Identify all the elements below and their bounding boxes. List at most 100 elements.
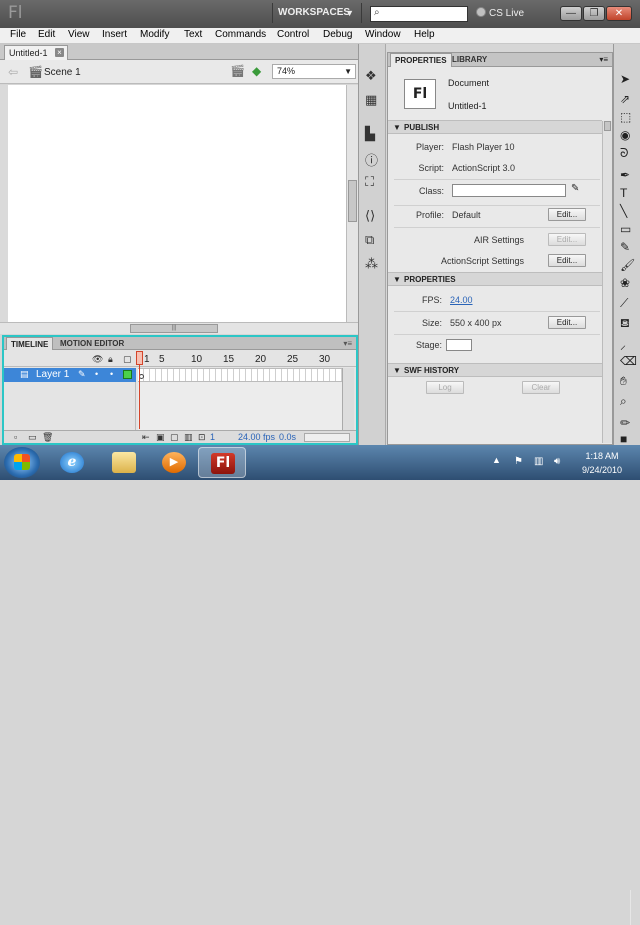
- network-icon[interactable]: ▥: [534, 456, 543, 467]
- lock-dot[interactable]: •: [110, 369, 113, 379]
- fill-color-icon[interactable]: ■: [620, 432, 627, 446]
- taskbar-media-player[interactable]: ▶: [150, 447, 198, 478]
- menu-insert[interactable]: Insert: [102, 29, 127, 40]
- edit-scene-icon[interactable]: 🎬︎: [230, 64, 245, 78]
- onion-skin-icon[interactable]: ▣: [156, 432, 165, 443]
- text-tool-icon[interactable]: T: [620, 186, 627, 200]
- tab-timeline[interactable]: TIMELINE: [6, 337, 54, 350]
- menu-help[interactable]: Help: [414, 29, 435, 40]
- show-desktop-button[interactable]: [630, 890, 640, 925]
- hand-tool-icon[interactable]: ✋︎: [620, 374, 627, 389]
- clock-date[interactable]: 9/24/2010: [576, 465, 628, 475]
- align-icon[interactable]: ▙: [365, 126, 375, 142]
- menu-edit[interactable]: Edit: [38, 29, 55, 40]
- scroll-thumb[interactable]: |||: [130, 324, 218, 333]
- help-search-input[interactable]: ⌕: [370, 6, 468, 22]
- paint-bucket-tool-icon[interactable]: ⛾: [620, 316, 630, 332]
- pencil-tool-icon[interactable]: ✎: [620, 240, 630, 254]
- fps-value-field[interactable]: 24.00: [450, 295, 473, 305]
- eye-icon[interactable]: 👁︎: [92, 354, 103, 365]
- free-transform-tool-icon[interactable]: ⬚: [620, 110, 631, 124]
- edit-class-pencil-icon[interactable]: ✎: [571, 183, 579, 194]
- pen-tool-icon[interactable]: ✒: [620, 168, 630, 182]
- stroke-color-icon[interactable]: ✏: [620, 416, 630, 430]
- taskbar-windows-explorer[interactable]: [100, 447, 148, 478]
- clock-time[interactable]: 1:18 AM: [582, 451, 622, 461]
- menu-file[interactable]: File: [10, 29, 26, 40]
- maximize-button[interactable]: ❐: [583, 6, 605, 21]
- visibility-dot[interactable]: •: [95, 369, 98, 379]
- motion-presets-icon[interactable]: ⁂: [365, 256, 378, 272]
- start-button[interactable]: [4, 447, 40, 478]
- onion-outlines-icon[interactable]: ▢: [170, 432, 179, 443]
- line-tool-icon[interactable]: ╲: [620, 204, 627, 218]
- bone-tool-icon[interactable]: ⟋: [620, 296, 628, 311]
- eraser-tool-icon[interactable]: ⌫: [620, 354, 637, 368]
- show-hidden-icons[interactable]: ▲: [492, 455, 501, 465]
- 3d-rotation-tool-icon[interactable]: ◉: [620, 128, 630, 142]
- lock-icon[interactable]: 🔒︎: [108, 354, 113, 365]
- zoom-tool-icon[interactable]: ⌕: [620, 394, 627, 409]
- new-layer-icon[interactable]: ▫: [14, 432, 17, 442]
- menu-view[interactable]: View: [68, 29, 90, 40]
- menu-commands[interactable]: Commands: [215, 29, 266, 40]
- air-settings-edit-button[interactable]: Edit...: [548, 233, 586, 246]
- panel-menu-icon[interactable]: ▾≡: [343, 339, 352, 348]
- menu-window[interactable]: Window: [365, 29, 401, 40]
- menu-modify[interactable]: Modify: [140, 29, 169, 40]
- clear-button[interactable]: Clear: [522, 381, 560, 394]
- section-publish[interactable]: ▼ PUBLISH: [388, 120, 602, 134]
- action-center-flag-icon[interactable]: ⚑: [514, 456, 523, 467]
- profile-edit-button[interactable]: Edit...: [548, 208, 586, 221]
- rectangle-tool-icon[interactable]: ▭: [620, 222, 631, 236]
- stage-color-swatch[interactable]: [446, 339, 472, 351]
- tab-library[interactable]: LIBRARY: [448, 53, 491, 67]
- color-icon[interactable]: ❖: [365, 68, 377, 84]
- layer-row[interactable]: ▤ Layer 1 ✎ • •: [4, 368, 136, 382]
- volume-icon[interactable]: 🔊︎: [554, 456, 560, 467]
- actionscript-settings-edit-button[interactable]: Edit...: [548, 254, 586, 267]
- menu-text[interactable]: Text: [184, 29, 202, 40]
- layer-outline-color[interactable]: [123, 370, 132, 379]
- edit-symbols-icon[interactable]: ◆: [252, 64, 261, 78]
- transform-icon[interactable]: ⛶: [365, 174, 374, 190]
- swatches-icon[interactable]: ▦: [365, 92, 377, 108]
- properties-scrollbar[interactable]: [602, 121, 612, 443]
- log-button[interactable]: Log: [426, 381, 464, 394]
- scroll-thumb[interactable]: [348, 180, 357, 222]
- close-button[interactable]: ✕: [606, 6, 632, 21]
- scroll-thumb[interactable]: [604, 121, 611, 131]
- minimize-button[interactable]: —: [560, 6, 582, 21]
- tab-motion-editor[interactable]: MOTION EDITOR: [56, 337, 128, 350]
- workspaces-dropdown[interactable]: WORKSPACES ▼: [272, 3, 362, 23]
- taskbar-flash-pro[interactable]: Fl: [198, 447, 246, 478]
- onion-markers-icon[interactable]: ⊡: [198, 432, 206, 443]
- outline-icon[interactable]: ▢: [123, 354, 132, 365]
- playhead[interactable]: [136, 351, 143, 365]
- trash-icon[interactable]: 🗑︎: [42, 432, 53, 443]
- tab-properties[interactable]: PROPERTIES: [390, 53, 452, 67]
- menu-debug[interactable]: Debug: [323, 29, 352, 40]
- deco-tool-icon[interactable]: ❀: [620, 276, 630, 290]
- size-edit-button[interactable]: Edit...: [548, 316, 586, 329]
- zoom-select[interactable]: 74% ▼: [272, 64, 356, 79]
- subselection-tool-icon[interactable]: ⇗: [620, 92, 630, 106]
- selection-tool-icon[interactable]: ➤: [620, 72, 630, 86]
- back-arrow-icon[interactable]: ⇦: [8, 65, 18, 79]
- frames-row[interactable]: [138, 368, 342, 382]
- cs-live-button[interactable]: CS Live: [476, 7, 524, 19]
- timeline-vertical-scrollbar[interactable]: [342, 368, 354, 430]
- center-frame-icon[interactable]: ⇤: [142, 432, 150, 443]
- info-icon[interactable]: ⓘ: [365, 150, 378, 169]
- section-properties[interactable]: ▼ PROPERTIES: [388, 272, 602, 286]
- taskbar-internet-explorer[interactable]: e: [48, 447, 96, 478]
- document-tab[interactable]: Untitled-1 ×: [4, 45, 68, 60]
- stage-horizontal-scrollbar[interactable]: |||: [0, 322, 358, 334]
- frame-rate-readout[interactable]: 24.00 fps: [238, 432, 275, 442]
- panel-menu-icon[interactable]: ▾≡: [599, 55, 608, 64]
- section-swf-history[interactable]: ▼ SWF HISTORY: [388, 363, 602, 377]
- lasso-tool-icon[interactable]: ᘐ: [620, 146, 628, 161]
- brush-tool-icon[interactable]: 🖌︎: [620, 258, 635, 272]
- menu-control[interactable]: Control: [277, 29, 309, 40]
- close-tab-icon[interactable]: ×: [55, 48, 64, 57]
